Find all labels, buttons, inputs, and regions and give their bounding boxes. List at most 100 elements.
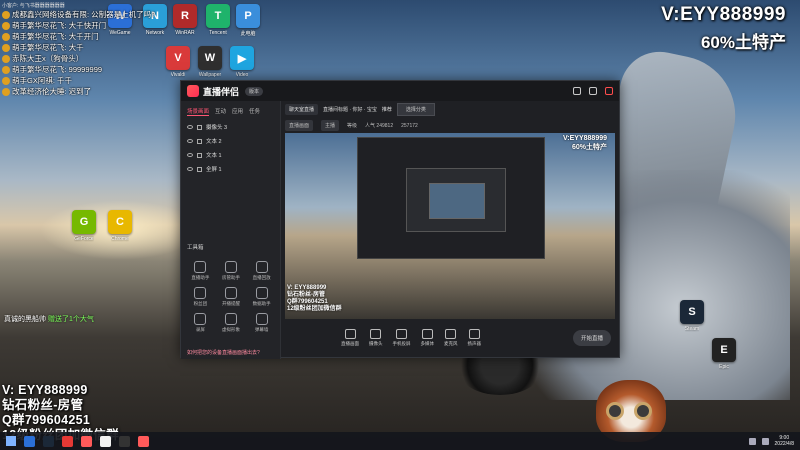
sidebar-tab[interactable]: 场景画面	[187, 107, 210, 116]
toolbox-item-label: 录屏	[195, 327, 205, 332]
toolbox-item-label: 粉丝团	[193, 301, 208, 306]
stream-info-field[interactable]: 选择分类	[396, 103, 435, 116]
preview-watermark-line: V:EYY888999	[563, 135, 607, 142]
epic-icon: E	[712, 338, 736, 362]
winrar-icon: R	[173, 4, 197, 28]
stream-stat: 人气 249812	[365, 123, 394, 129]
chrome-icon: C	[108, 210, 132, 234]
taskbar-app-icon[interactable]	[100, 435, 111, 447]
chat-overlay: 小客户: 与飞书器器器器器器 成都鑫兴网络设备有限: 公制器是上机了吗? 萌手繁华…	[2, 2, 172, 97]
toolbox-item[interactable]: 直播回放	[246, 261, 277, 281]
scene-item[interactable]: 文本 1	[181, 148, 280, 162]
tool-icon	[224, 287, 237, 299]
lock-icon[interactable]	[197, 152, 202, 158]
desktop-icon[interactable]: E Epic	[704, 338, 744, 382]
source-control[interactable]: 多媒体	[420, 329, 435, 347]
eye-icon[interactable]	[187, 139, 193, 143]
source-control[interactable]: 麦克风	[444, 329, 458, 347]
source-control-icon	[396, 329, 407, 339]
toolbox-item-label: 直播回放	[252, 275, 271, 280]
sidebar-tab[interactable]: 应用	[232, 107, 243, 116]
source-control[interactable]: 摄像头	[369, 329, 383, 347]
start-button[interactable]	[6, 436, 16, 446]
toolbox-item[interactable]: 粉丝团	[185, 287, 216, 307]
watermark-left-line: Q群799604251	[2, 413, 91, 427]
preview-watermark-line: 钻石粉丝-房管	[287, 292, 325, 298]
taskbar-clock[interactable]: 9:00 2022/4/8	[775, 435, 794, 447]
preview-nested-window-2	[406, 168, 506, 232]
tray-network-icon[interactable]	[748, 437, 756, 445]
close-icon[interactable]	[605, 87, 613, 95]
tray-volume-icon[interactable]	[761, 437, 769, 445]
eye-icon[interactable]	[187, 153, 193, 157]
toolbox-item[interactable]: 数据助手	[246, 287, 277, 307]
live-companion-window[interactable]: 直播伴侣 版本 场景画面 互动 应用 任务 摄像头 3 文本 2 文本 1 全屏 1 工具箱…	[180, 80, 620, 359]
scene-item[interactable]: 文本 2	[181, 134, 280, 148]
stream-stat: 主播	[321, 120, 340, 131]
toolbox-item[interactable]: 弹幕墙	[246, 313, 277, 333]
app-logo: 直播伴侣	[187, 85, 239, 98]
app-name: 直播伴侣	[203, 86, 240, 97]
watermark-right-line2: 60%土特产	[700, 33, 786, 52]
stream-info-field[interactable]: 聊天室直播	[285, 104, 319, 115]
preview-watermark-line: V: EYY888999	[287, 285, 327, 291]
toolbox-item[interactable]: 虚拟形象	[216, 313, 247, 333]
tool-icon	[194, 287, 207, 299]
chat-badge-icon	[2, 77, 10, 86]
toolbox-item[interactable]: 开播提醒	[216, 287, 247, 307]
desktop-icon-label: Wallpaper	[198, 72, 222, 78]
toolbox-item[interactable]: 录屏	[185, 313, 216, 333]
此电脑-icon: P	[236, 4, 260, 28]
taskbar-app-icon[interactable]	[24, 435, 35, 447]
chat-badge-icon	[2, 22, 10, 31]
lock-icon[interactable]	[197, 166, 202, 172]
taskbar-app-icon[interactable]	[119, 435, 130, 447]
setup-hint[interactable]: 如何把您的设备直播画面播出去?	[187, 349, 260, 356]
tool-icon	[255, 261, 268, 273]
lock-icon[interactable]	[197, 138, 202, 144]
source-control-icon	[370, 329, 382, 339]
taskbar-app-icon[interactable]	[81, 435, 92, 447]
chat-badge-icon	[2, 88, 10, 97]
minimize-icon[interactable]	[573, 87, 581, 95]
desktop-icon-label: Vivaldi	[170, 72, 186, 78]
desktop-icon[interactable]: C Chrome	[100, 210, 140, 254]
taskbar-app-icon[interactable]	[138, 435, 149, 447]
chat-badge-icon	[2, 66, 10, 75]
stream-info-field[interactable]: 推荐	[382, 106, 392, 113]
desktop-icon[interactable]: G GeForce	[64, 210, 104, 254]
eye-icon[interactable]	[187, 125, 193, 129]
scene-item[interactable]: 全屏 1	[181, 162, 280, 176]
sidebar-tab[interactable]: 任务	[249, 107, 260, 116]
go-live-button[interactable]: 开始直播	[572, 330, 611, 346]
desktop-icon[interactable]: P 此电脑	[228, 4, 268, 48]
sidebar-tab[interactable]: 互动	[215, 107, 226, 116]
tool-icon	[255, 313, 268, 325]
maximize-icon[interactable]	[589, 87, 597, 95]
taskbar-app-icon[interactable]	[43, 435, 54, 447]
live-preview[interactable]: V:EYY888999 60%土特产 V: EYY888999 钻石粉丝-房管 Q群7…	[285, 133, 615, 319]
stream-info-field[interactable]: 直播间标题 · 你好 · 宝宝	[323, 106, 377, 113]
source-control[interactable]: 手机投屏	[393, 329, 411, 347]
taskbar-apps	[24, 435, 149, 447]
source-control[interactable]: 直播画面	[341, 329, 359, 347]
toolbox-item-label: 数据助手	[252, 301, 271, 306]
source-control-icon	[421, 329, 433, 339]
scene-item[interactable]: 摄像头 3	[181, 120, 280, 134]
eye-icon[interactable]	[187, 167, 193, 171]
watermark-left-line: 钻石粉丝-房管	[2, 398, 84, 412]
toolbox-item[interactable]: 房管助手	[216, 261, 247, 281]
app-logo-icon	[187, 85, 199, 97]
window-controls	[573, 87, 613, 95]
app-titlebar[interactable]: 直播伴侣 版本	[181, 81, 619, 101]
source-control-label: 多媒体	[420, 341, 435, 346]
toolbox-item[interactable]: 直播助手	[185, 261, 216, 281]
version-badge[interactable]: 版本	[245, 86, 264, 96]
scene-label: 摄像头 3	[206, 125, 228, 131]
watermark-right-line1: V:EYY888999	[661, 4, 786, 25]
lock-icon[interactable]	[197, 124, 202, 130]
toolbox-title: 工具箱	[187, 245, 204, 251]
source-control-icon	[344, 329, 356, 339]
source-control[interactable]: 扬声器	[468, 329, 481, 347]
taskbar-app-icon[interactable]	[62, 435, 73, 447]
